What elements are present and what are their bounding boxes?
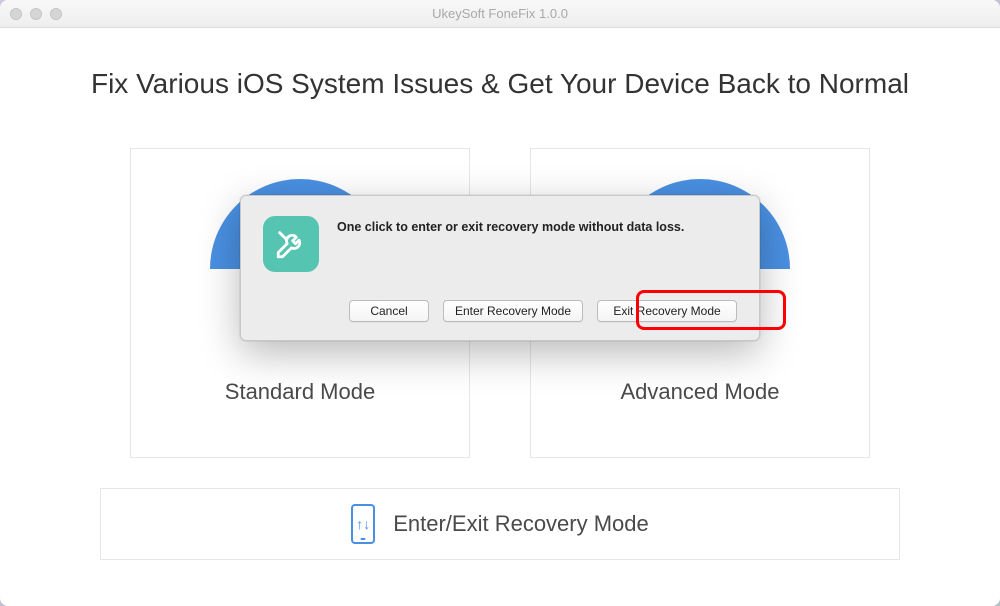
minimize-window-button[interactable] xyxy=(30,8,42,20)
close-window-button[interactable] xyxy=(10,8,22,20)
advanced-mode-label: Advanced Mode xyxy=(621,379,780,405)
dialog-body: One click to enter or exit recovery mode… xyxy=(263,216,737,272)
dialog-message: One click to enter or exit recovery mode… xyxy=(337,216,684,234)
dialog-button-row: Cancel Enter Recovery Mode Exit Recovery… xyxy=(263,300,737,322)
recovery-mode-bar: ↑↓ Enter/Exit Recovery Mode xyxy=(60,488,940,560)
exit-recovery-button[interactable]: Exit Recovery Mode xyxy=(597,300,737,322)
cancel-button[interactable]: Cancel xyxy=(349,300,429,322)
page-heading: Fix Various iOS System Issues & Get Your… xyxy=(60,68,940,100)
standard-mode-label: Standard Mode xyxy=(225,379,375,405)
tools-icon xyxy=(263,216,319,272)
recovery-mode-button[interactable]: ↑↓ Enter/Exit Recovery Mode xyxy=(100,488,900,560)
phone-recovery-icon: ↑↓ xyxy=(351,504,375,544)
titlebar: UkeySoft FoneFix 1.0.0 xyxy=(0,0,1000,28)
recovery-mode-label: Enter/Exit Recovery Mode xyxy=(393,511,649,537)
zoom-window-button[interactable] xyxy=(50,8,62,20)
enter-recovery-button[interactable]: Enter Recovery Mode xyxy=(443,300,583,322)
window-controls xyxy=(10,8,62,20)
recovery-dialog: One click to enter or exit recovery mode… xyxy=(240,195,760,341)
window-title: UkeySoft FoneFix 1.0.0 xyxy=(432,6,568,21)
